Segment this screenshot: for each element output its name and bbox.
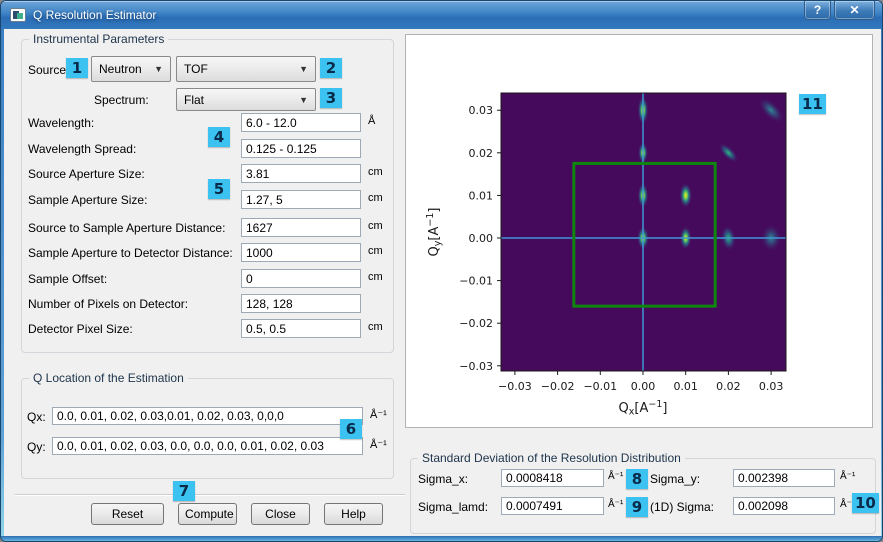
app-icon — [10, 8, 26, 22]
detector-pixel-size-label: Detector Pixel Size: — [28, 322, 133, 336]
source-to-sample-distance-unit: cm — [368, 220, 383, 232]
sigma-x-label: Sigma_x: — [418, 472, 468, 486]
sigma-y-unit: Å⁻¹ — [840, 471, 855, 482]
chevron-down-icon: ▼ — [154, 64, 163, 74]
qy-input[interactable] — [52, 437, 363, 455]
source-type-combobox-value: TOF — [184, 62, 208, 76]
source-type-combobox[interactable]: TOF ▼ — [176, 56, 316, 82]
annotation-badge-5: 5 — [208, 179, 230, 199]
detector-pixels-input[interactable] — [241, 294, 361, 313]
sigma-lamd-input[interactable] — [501, 497, 604, 515]
x-tick-label: 0.01 — [673, 380, 698, 393]
x-tick-label: 0.03 — [759, 380, 784, 393]
source-combobox[interactable]: Neutron ▼ — [91, 56, 171, 82]
x-tick-label: −0.01 — [583, 380, 617, 393]
y-axis-label: Qy[A−1] — [425, 208, 444, 257]
window-title: Q Resolution Estimator — [33, 8, 156, 22]
chevron-down-icon: ▼ — [299, 95, 308, 105]
x-tick-label: 0.02 — [716, 380, 741, 393]
sample-to-detector-distance-input[interactable] — [241, 243, 361, 262]
detector-pixel-size-unit: cm — [368, 321, 383, 333]
y-tick-label: −0.02 — [459, 317, 493, 330]
sigma-y-input[interactable] — [733, 469, 835, 487]
spectrum-combobox-value: Flat — [184, 93, 204, 107]
chevron-down-icon: ▼ — [299, 64, 308, 74]
sample-aperture-size-input[interactable] — [241, 190, 361, 209]
titlebar-help-button[interactable]: ? — [804, 1, 831, 20]
qy-label: Qy: — [27, 440, 46, 454]
qx-unit: Å⁻¹ — [370, 408, 387, 421]
dialog-window: Q Resolution Estimator ? ✕ Instrumental … — [0, 0, 883, 542]
x-axis-label: Qx[A−1] — [619, 399, 668, 418]
y-tick-label: 0.00 — [469, 232, 494, 245]
sigma-1d-label: (1D) Sigma: — [650, 500, 714, 514]
source-aperture-size-input[interactable] — [241, 164, 361, 183]
sample-aperture-size-unit: cm — [368, 192, 383, 204]
y-tick-label: 0.01 — [469, 189, 494, 202]
annotation-badge-4: 4 — [208, 127, 230, 147]
compute-button[interactable]: Compute — [178, 503, 237, 525]
detector-pixel-size-input[interactable] — [241, 319, 361, 338]
annotation-badge-6: 6 — [340, 419, 362, 439]
resolution-blob — [679, 182, 692, 208]
reset-button[interactable]: Reset — [91, 503, 164, 525]
sample-offset-input[interactable] — [241, 269, 361, 288]
source-to-sample-distance-label: Source to Sample Aperture Distance: — [28, 221, 225, 235]
annotation-badge-10: 10 — [852, 493, 879, 513]
annotation-badge-9: 9 — [626, 497, 648, 517]
sample-to-detector-distance-label: Sample Aperture to Detector Distance: — [28, 246, 233, 260]
sample-aperture-size-label: Sample Aperture Size: — [28, 193, 147, 207]
spectrum-combobox[interactable]: Flat ▼ — [176, 88, 316, 111]
instrumental-parameters-title: Instrumental Parameters — [29, 32, 168, 46]
wavelength-spread-label: Wavelength Spread: — [28, 142, 136, 156]
x-tick-label: −0.02 — [541, 380, 575, 393]
annotation-badge-7: 7 — [173, 481, 195, 501]
qx-label: Qx: — [27, 410, 46, 424]
spectrum-label: Spectrum: — [94, 93, 149, 107]
y-tick-label: 0.03 — [469, 104, 494, 117]
y-tick-label: −0.03 — [459, 360, 493, 373]
sigma-x-unit: Å⁻¹ — [608, 471, 623, 482]
source-aperture-size-unit: cm — [368, 166, 383, 178]
q-location-group — [21, 378, 394, 479]
button-separator — [15, 494, 405, 496]
close-icon[interactable]: ✕ — [834, 1, 875, 20]
q-location-title: Q Location of the Estimation — [29, 371, 188, 385]
wavelength-spread-input[interactable] — [241, 139, 361, 158]
close-button[interactable]: Close — [251, 503, 310, 525]
sample-to-detector-distance-unit: cm — [368, 245, 383, 257]
help-button[interactable]: Help — [324, 503, 383, 525]
sigma-group-title: Standard Deviation of the Resolution Dis… — [418, 451, 685, 465]
y-tick-label: 0.02 — [469, 147, 494, 160]
wavelength-input[interactable] — [241, 113, 361, 132]
wavelength-unit: Å — [368, 115, 375, 127]
x-tick-label: 0.00 — [631, 380, 656, 393]
sigma-x-input[interactable] — [501, 469, 604, 487]
sample-offset-label: Sample Offset: — [28, 272, 107, 286]
y-tick-label: −0.01 — [459, 275, 493, 288]
source-label: Source: — [28, 63, 69, 77]
wavelength-label: Wavelength: — [28, 116, 94, 130]
annotation-badge-11: 11 — [799, 94, 826, 114]
annotation-badge-3: 3 — [320, 88, 342, 108]
title-bar[interactable]: Q Resolution Estimator ? ✕ — [1, 1, 883, 29]
annotation-badge-1: 1 — [66, 58, 88, 78]
annotation-badge-8: 8 — [626, 469, 648, 489]
sigma-lamd-label: Sigma_lamd: — [418, 500, 488, 514]
sigma-y-label: Sigma_y: — [650, 472, 700, 486]
source-to-sample-distance-input[interactable] — [241, 218, 361, 237]
sample-offset-unit: cm — [368, 271, 383, 283]
detector-pixels-label: Number of Pixels on Detector: — [28, 297, 188, 311]
x-tick-label: −0.03 — [498, 380, 532, 393]
source-combobox-value: Neutron — [99, 62, 142, 76]
window-border-bottom — [1, 536, 883, 542]
qy-unit: Å⁻¹ — [370, 438, 387, 451]
qx-input[interactable] — [52, 407, 363, 425]
sigma-1d-input[interactable] — [733, 497, 835, 515]
source-aperture-size-label: Source Aperture Size: — [28, 167, 145, 181]
annotation-badge-2: 2 — [320, 58, 342, 78]
sigma-lamd-unit: Å⁻¹ — [608, 499, 623, 510]
